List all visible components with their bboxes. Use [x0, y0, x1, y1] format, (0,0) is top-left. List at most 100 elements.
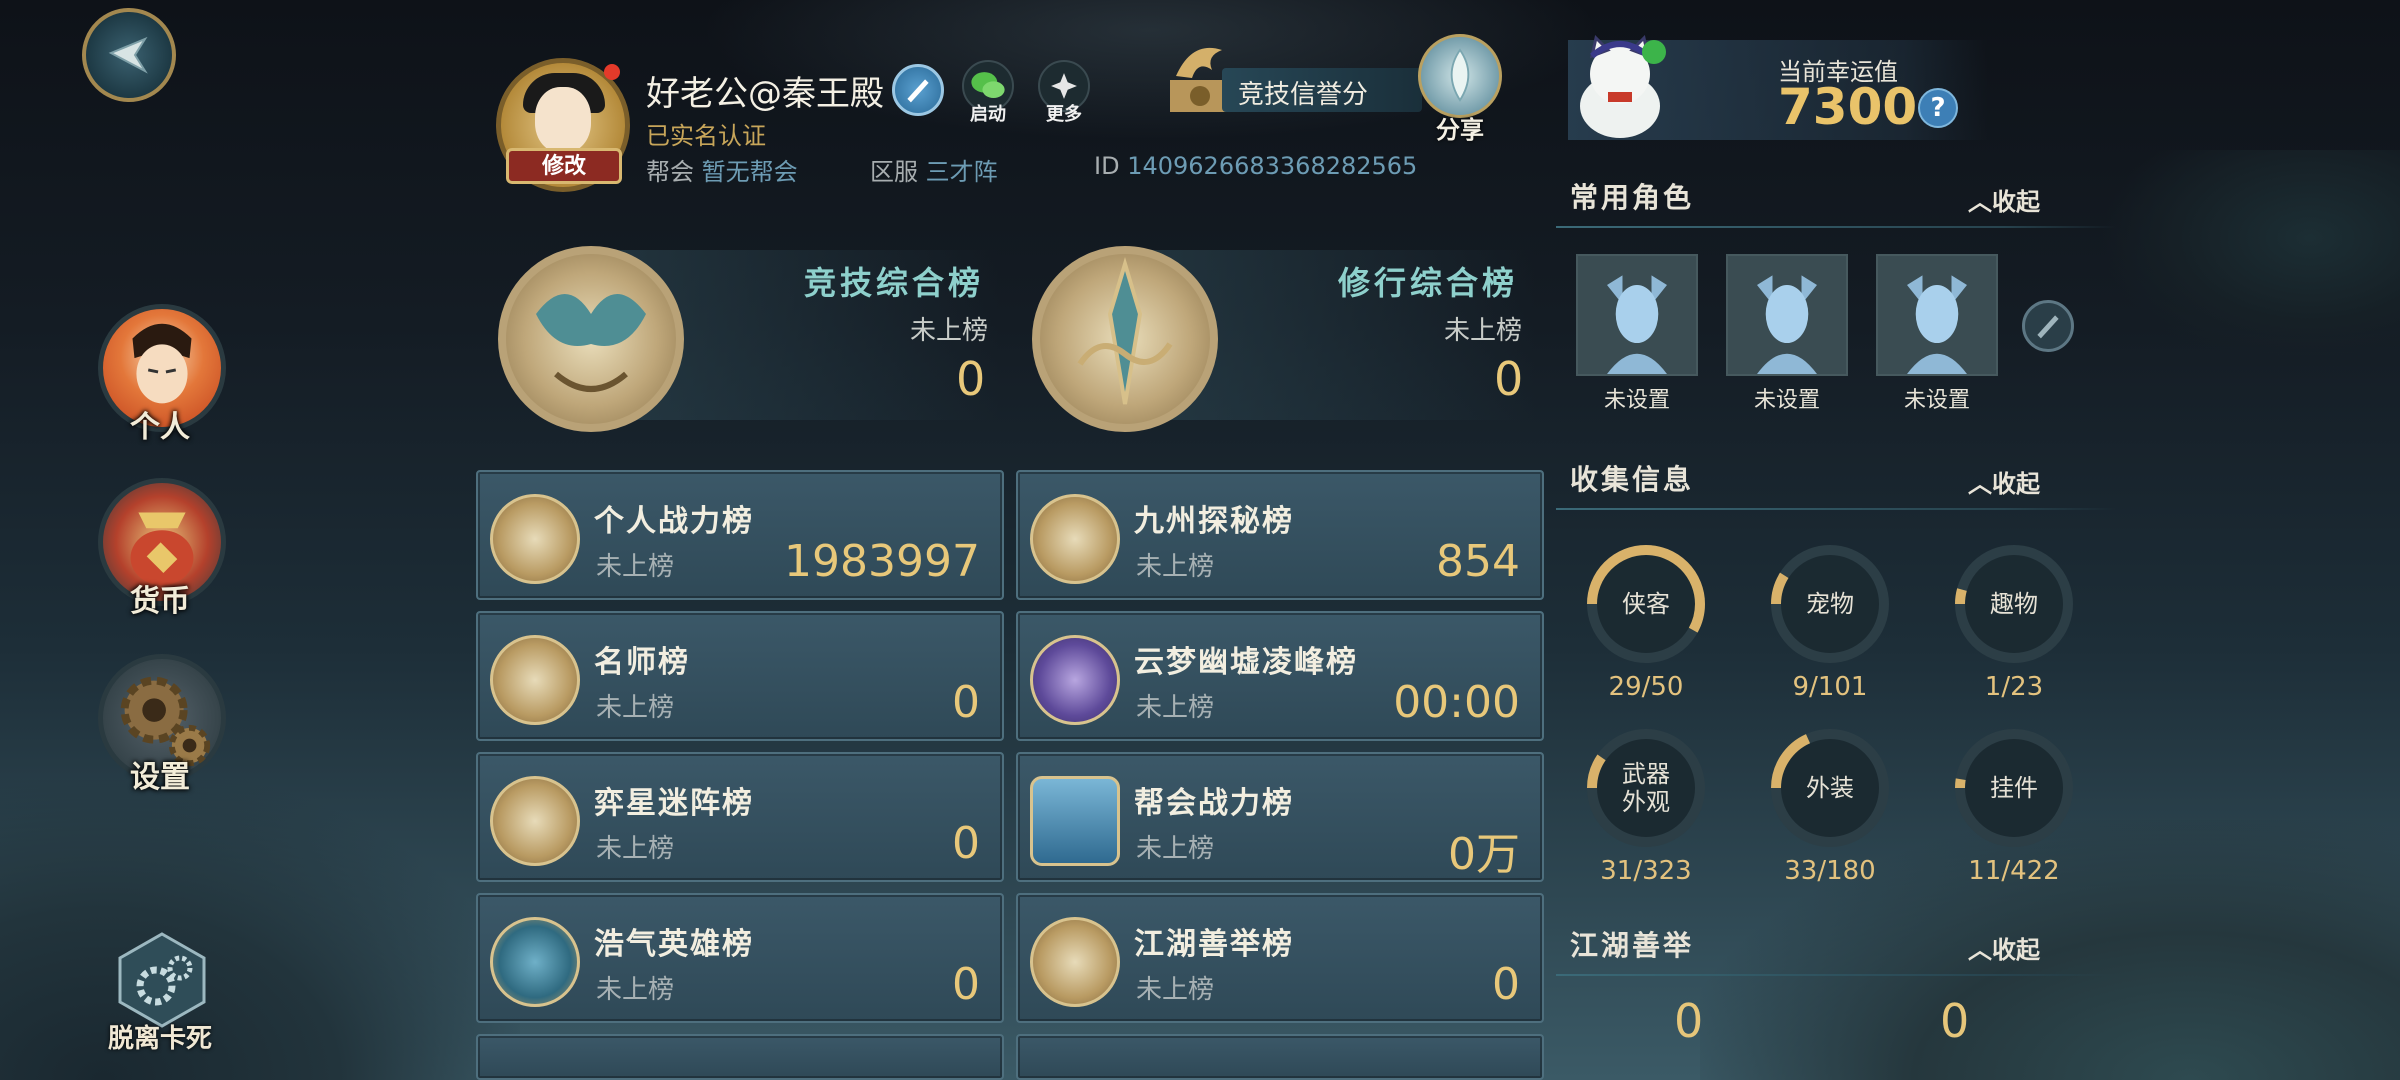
- rank-card-star-maze[interactable]: 弈星迷阵榜 未上榜 0: [476, 752, 1004, 882]
- collection-ring[interactable]: 侠客: [1580, 538, 1712, 670]
- pagoda-medal-icon: [1030, 635, 1120, 725]
- back-button[interactable]: [82, 8, 176, 102]
- fan-medal-icon: [490, 635, 580, 725]
- section-divider: [1556, 226, 2116, 228]
- rank-card-personal-power[interactable]: 个人战力榜 未上榜 1983997: [476, 470, 1004, 600]
- back-arrow-icon: [108, 36, 148, 74]
- rank-status: 未上榜: [1136, 975, 1215, 1005]
- rank-title: 九州探秘榜: [1134, 504, 1294, 539]
- rank-card-master[interactable]: 名师榜 未上榜 0: [476, 611, 1004, 741]
- collapse-label: 收起: [1992, 187, 2040, 216]
- honor-score-button[interactable]: 竞技信誉分: [1162, 36, 1422, 116]
- arena-overall-status: 未上榜: [910, 316, 989, 346]
- rank-status: 未上榜: [596, 552, 675, 582]
- chevron-up-icon: ︿: [1968, 187, 1992, 216]
- collection-ring[interactable]: 趣物: [1948, 538, 2080, 670]
- collection-count: 31/323: [1600, 856, 1692, 886]
- rank-card-haoqi-hero[interactable]: 浩气英雄榜 未上榜 0: [476, 893, 1004, 1023]
- pencil-icon: [2037, 315, 2059, 339]
- rank-status: 未上榜: [1136, 693, 1215, 723]
- wechat-start-label: 启动: [970, 104, 1006, 125]
- rank-value: 1983997: [784, 536, 980, 587]
- escape-stuck-button[interactable]: [112, 930, 212, 1030]
- arena-overall-title: 竞技综合榜: [804, 264, 985, 302]
- charity-medal-icon: [1030, 917, 1120, 1007]
- role-slot-label: 未设置: [1903, 388, 1970, 413]
- escape-stuck-label: 脱离卡死: [107, 1024, 212, 1054]
- star-sword-medal-icon: [490, 776, 580, 866]
- role-slot-2[interactable]: [1726, 254, 1848, 376]
- role-slot-label: 未设置: [1603, 388, 1670, 413]
- rank-card-yunmeng[interactable]: 云梦幽墟凌峰榜 未上榜 00:00: [1016, 611, 1544, 741]
- guild-info: 帮会 暂无帮会: [646, 152, 798, 187]
- role-slot-3[interactable]: [1876, 254, 1998, 376]
- rank-card-partial[interactable]: [476, 1034, 1004, 1080]
- rank-status: 未上榜: [1136, 834, 1215, 864]
- collection-ring[interactable]: 挂件: [1948, 722, 2080, 854]
- role-slot-1[interactable]: [1576, 254, 1698, 376]
- banner-medal-icon: [1030, 776, 1120, 866]
- collection-label: 武器 外观: [1622, 760, 1670, 816]
- rank-title: 浩气英雄榜: [594, 927, 754, 962]
- pencil-icon: [907, 79, 929, 103]
- lucky-cat-icon: [1568, 32, 1676, 142]
- rank-value: 854: [1436, 536, 1520, 587]
- rank-card-good-deeds[interactable]: 江湖善举榜 未上榜 0: [1016, 893, 1544, 1023]
- verified-status: 已实名认证: [646, 122, 766, 150]
- collection-section-title: 收集信息: [1570, 463, 1695, 496]
- roles-section-title: 常用角色: [1570, 181, 1695, 214]
- urn-medal-icon: [490, 917, 580, 1007]
- edit-avatar-button[interactable]: 修改: [506, 148, 622, 184]
- rank-status: 未上榜: [596, 834, 675, 864]
- roles-collapse-button[interactable]: ︿收起: [1968, 182, 2040, 217]
- rank-value: 0: [1492, 959, 1520, 1010]
- deeds-collapse-button[interactable]: ︿收起: [1968, 930, 2040, 965]
- background-pine-tree: [2100, 150, 2400, 370]
- rank-card-partial[interactable]: [1016, 1034, 1544, 1080]
- cultivation-overall-value: 0: [1494, 352, 1524, 406]
- rank-status: 未上榜: [596, 693, 675, 723]
- share-button[interactable]: [1418, 34, 1502, 118]
- sidebar-currency-label: 货币: [130, 584, 190, 619]
- collection-ring[interactable]: 宠物: [1764, 538, 1896, 670]
- chevron-up-icon: ︿: [1968, 469, 1992, 498]
- edit-roles-button[interactable]: [2022, 300, 2074, 352]
- collection-count: 29/50: [1608, 672, 1684, 702]
- rank-card-jiuzhou-explore[interactable]: 九州探秘榜 未上榜 854: [1016, 470, 1544, 600]
- section-divider: [1556, 508, 2116, 510]
- rank-title: 弈星迷阵榜: [594, 786, 754, 821]
- rank-title: 个人战力榜: [594, 504, 754, 539]
- guild-value[interactable]: 暂无帮会: [702, 158, 798, 186]
- share-leaf-icon: [1450, 48, 1470, 102]
- server-label: 区服: [870, 158, 918, 186]
- collection-ring[interactable]: 武器 外观: [1580, 722, 1712, 854]
- rank-status: 未上榜: [596, 975, 675, 1005]
- arena-overall-value: 0: [956, 352, 986, 406]
- rank-value: 0: [952, 959, 980, 1010]
- collection-ring[interactable]: 外装: [1764, 722, 1896, 854]
- help-button[interactable]: ?: [1918, 88, 1958, 128]
- deed-value: 0: [1674, 994, 1704, 1048]
- collection-count: 1/23: [1984, 672, 2044, 702]
- arena-overall-medal[interactable]: [498, 246, 684, 432]
- rank-card-guild-power[interactable]: 帮会战力榜 未上榜 0万: [1016, 752, 1544, 882]
- deed-value: 0: [1940, 994, 1970, 1048]
- collection-label: 挂件: [1990, 774, 2038, 802]
- collection-label: 侠客: [1622, 590, 1670, 618]
- id-value: 1409626683368282565: [1127, 152, 1418, 180]
- sword-medal-icon: [490, 494, 580, 584]
- section-divider: [1556, 974, 2116, 976]
- rank-value: 0: [952, 818, 980, 869]
- rank-value: 0万: [1448, 829, 1520, 880]
- collection-label: 趣物: [1990, 590, 2038, 618]
- cultivation-emblem-icon: [1077, 257, 1173, 405]
- cultivation-overall-medal[interactable]: [1032, 246, 1218, 432]
- username: 好老公@秦王殿: [646, 74, 884, 114]
- collection-label: 外装: [1806, 774, 1854, 802]
- share-label: 分享: [1436, 115, 1484, 144]
- collection-collapse-button[interactable]: ︿收起: [1968, 464, 2040, 499]
- collection-label: 宠物: [1806, 590, 1854, 618]
- rank-value: 00:00: [1393, 677, 1520, 728]
- id-label: ID: [1094, 152, 1120, 180]
- edit-name-button[interactable]: [892, 64, 944, 116]
